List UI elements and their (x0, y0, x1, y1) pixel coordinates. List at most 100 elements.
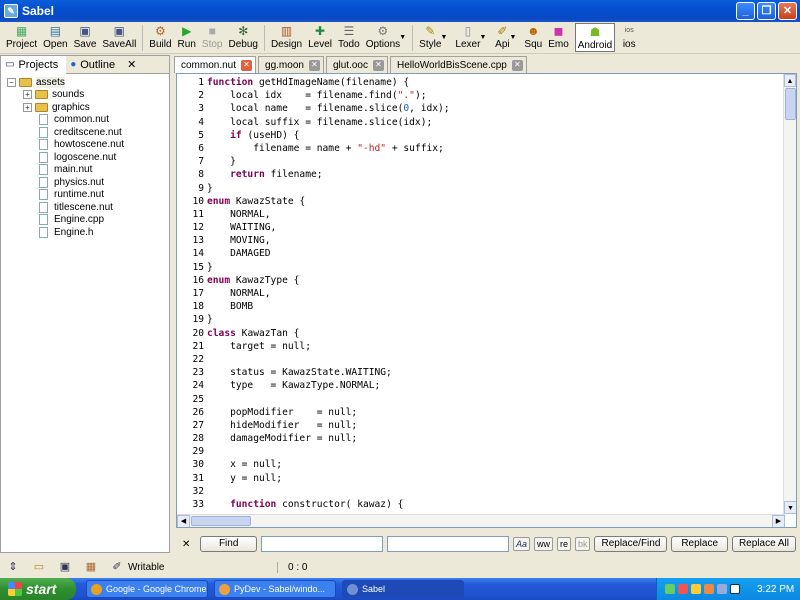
tray-icon[interactable] (678, 584, 688, 594)
tree-node-file[interactable]: creditscene.nut (1, 126, 169, 139)
save-all-button[interactable]: ▣ SaveAll (102, 22, 136, 50)
taskbar-item-pydev[interactable]: PyDev - Sabel/windo... (214, 580, 336, 598)
todo-button[interactable]: ☰ Todo (338, 22, 360, 50)
style-button[interactable]: ✎ Style ▼ (419, 22, 447, 50)
tree-node-file[interactable]: Engine.cpp (1, 214, 169, 227)
code-line-text[interactable]: BOMB (207, 300, 253, 313)
whole-word-toggle[interactable]: ww (533, 537, 553, 551)
tab-close-icon[interactable]: ✕ (372, 59, 384, 71)
code-line[interactable]: 26 popModifier = null; (177, 406, 785, 419)
code-line-text[interactable]: local suffix = filename.slice(idx); (207, 116, 432, 129)
code-line-text[interactable]: y = null; (207, 472, 282, 485)
code-line[interactable]: 17 NORMAL, (177, 287, 785, 300)
android-button[interactable]: ☗ Android (574, 23, 616, 52)
taskbar-item-sabel[interactable]: Sabel (342, 580, 464, 598)
tree-node-file[interactable]: logoscene.nut (1, 151, 169, 164)
tree-node-file[interactable]: runtime.nut (1, 189, 169, 202)
tab-close-icon[interactable]: ✕ (511, 59, 523, 71)
code-line[interactable]: 23 status = KawazState.WAITING; (177, 366, 785, 379)
monitor-icon[interactable]: ▣ (58, 560, 72, 574)
code-line[interactable]: 25 (177, 393, 785, 406)
tree-node-assets[interactable]: − assets (1, 76, 169, 89)
expand-icon[interactable]: + (23, 102, 32, 112)
run-button[interactable]: ▶ Run (178, 22, 196, 50)
vertical-scrollbar[interactable]: ▲ ▼ (783, 74, 796, 514)
tray-icon[interactable] (704, 584, 714, 594)
code-line[interactable]: 19} (177, 313, 785, 326)
code-line-text[interactable]: x = null; (207, 458, 282, 471)
code-line[interactable]: 29 (177, 445, 785, 458)
minimize-button[interactable]: _ (736, 2, 755, 20)
code-line-text[interactable]: } (207, 182, 213, 195)
replace-input[interactable] (386, 536, 509, 552)
code-line[interactable]: 14 DAMAGED (177, 247, 785, 260)
code-line[interactable]: 9} (177, 182, 785, 195)
tray-icon[interactable] (691, 584, 701, 594)
code-line[interactable]: 12 WAITING, (177, 221, 785, 234)
code-line[interactable]: 32 (177, 485, 785, 498)
project-button[interactable]: ▦ Project (6, 22, 37, 50)
stop-button[interactable]: ■ Stop (202, 22, 223, 50)
code-line-text[interactable]: NORMAL, (207, 287, 270, 300)
maximize-button[interactable]: ❐ (757, 2, 776, 20)
api-button[interactable]: ✐ Api ▼ (494, 22, 516, 50)
code-line[interactable]: 7 } (177, 155, 785, 168)
squ-button[interactable]: ☻ Squ (524, 22, 542, 50)
wand-icon[interactable]: ✐ (110, 560, 124, 574)
editor-tab[interactable]: gg.moon ✕ (258, 56, 324, 73)
code-line-text[interactable]: local idx = filename.find("."); (207, 89, 426, 102)
code-line[interactable]: 18 BOMB (177, 300, 785, 313)
code-line[interactable]: 27 hideModifier = null; (177, 419, 785, 432)
code-line[interactable]: 22 (177, 353, 785, 366)
debug-button[interactable]: ✻ Debug (228, 22, 257, 50)
code-line-text[interactable]: hideModifier = null; (207, 419, 357, 432)
replace-button[interactable]: Replace (671, 536, 728, 552)
expand-icon[interactable]: + (23, 90, 32, 100)
code-line[interactable]: 6 filename = name + "-hd" + suffix; (177, 142, 785, 155)
tray-icon[interactable] (717, 584, 727, 594)
save-button[interactable]: ▣ Save (74, 22, 97, 50)
code-line-text[interactable]: status = KawazState.WAITING; (207, 366, 392, 379)
scroll-right-icon[interactable]: ▶ (772, 515, 785, 527)
code-line[interactable]: 1 function getHdImageName(filename) { (177, 76, 785, 89)
arrows-icon[interactable]: ⇕ (6, 560, 20, 574)
code-line-text[interactable]: WAITING, (207, 221, 276, 234)
collapse-icon[interactable]: − (7, 77, 16, 87)
code-line[interactable]: 11 NORMAL, (177, 208, 785, 221)
folder-icon[interactable]: ▭ (32, 560, 46, 574)
code-line-text[interactable]: function constructor( kawaz) { (207, 498, 403, 511)
tree-node-file[interactable]: Engine.h (1, 226, 169, 239)
tab-outline[interactable]: ● Outline (66, 56, 123, 74)
scroll-thumb[interactable] (785, 88, 796, 120)
panel-close-button[interactable]: ✕ (123, 56, 144, 74)
scroll-up-icon[interactable]: ▲ (784, 74, 796, 87)
tree-node-file[interactable]: main.nut (1, 164, 169, 177)
tab-projects[interactable]: ▭ Projects (1, 55, 67, 74)
code-line-text[interactable]: target = null; (207, 340, 311, 353)
tree-node-folder[interactable]: + sounds (1, 89, 169, 102)
code-line-text[interactable]: function getHdImageName(filename) { (207, 76, 409, 89)
scroll-left-icon[interactable]: ◀ (177, 515, 190, 527)
tray-icon[interactable] (730, 584, 740, 594)
lexer-button[interactable]: ▯ Lexer ▼ (455, 22, 486, 50)
code-text[interactable]: 1 function getHdImageName(filename) {2 lo… (177, 76, 785, 511)
grid-icon[interactable]: ▦ (84, 560, 98, 574)
scroll-thumb[interactable] (191, 516, 251, 526)
code-line-text[interactable]: } (207, 261, 213, 274)
match-case-toggle[interactable]: Aa (512, 537, 530, 551)
code-line[interactable]: 5 if (useHD) { (177, 129, 785, 142)
tree-node-folder[interactable]: + graphics (1, 101, 169, 114)
code-line[interactable]: 3 local name = filename.slice(0, idx); (177, 102, 785, 115)
code-line[interactable]: 16 enum KawazType { (177, 274, 785, 287)
tree-node-file[interactable]: physics.nut (1, 176, 169, 189)
code-line-text[interactable]: class KawazTan { (207, 327, 299, 340)
tree-node-file[interactable]: howtoscene.nut (1, 139, 169, 152)
horizontal-scrollbar[interactable]: ◀ ▶ (177, 514, 785, 527)
tab-close-icon[interactable]: ✕ (308, 59, 320, 71)
scroll-down-icon[interactable]: ▼ (784, 501, 796, 514)
code-line[interactable]: 21 target = null; (177, 340, 785, 353)
emo-button[interactable]: ◼ Emo (548, 22, 569, 50)
code-line[interactable]: 24 type = KawazType.NORMAL; (177, 379, 785, 392)
tray-icon[interactable] (665, 584, 675, 594)
code-line-text[interactable]: enum KawazType { (207, 274, 299, 287)
